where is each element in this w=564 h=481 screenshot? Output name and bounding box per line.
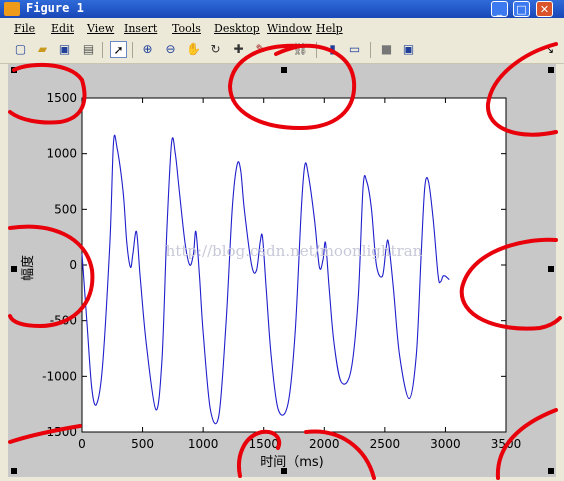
- data-point: [350, 370, 352, 372]
- data-point: [225, 320, 227, 322]
- selection-handle[interactable]: [11, 266, 17, 272]
- data-point: [102, 364, 103, 366]
- data-point: [392, 286, 394, 288]
- data-point: [113, 142, 114, 143]
- data-point: [145, 342, 147, 344]
- data-point: [189, 264, 191, 266]
- data-point: [415, 353, 417, 355]
- data-point: [277, 409, 279, 411]
- data-point: [243, 208, 245, 210]
- data-point: [440, 281, 441, 283]
- data-point: [251, 264, 253, 266]
- x-tick-label: 500: [131, 437, 154, 451]
- data-point: [122, 192, 124, 194]
- data-point: [155, 409, 157, 411]
- x-axis-label: 时间（ms): [260, 455, 324, 470]
- data-point: [262, 236, 263, 238]
- data-point: [366, 181, 368, 182]
- x-tick-label: 2500: [370, 437, 401, 451]
- data-point: [308, 175, 309, 177]
- selection-handle[interactable]: [281, 468, 287, 474]
- data-point: [362, 186, 364, 188]
- data-point: [398, 353, 400, 355]
- data-point: [136, 231, 137, 233]
- data-point: [442, 275, 444, 277]
- x-tick-label: 1000: [188, 437, 219, 451]
- data-point: [86, 320, 88, 322]
- watermark: http://blog.csdn.net/moonlightran: [166, 242, 423, 260]
- data-point: [96, 403, 97, 405]
- selection-handle[interactable]: [548, 266, 554, 272]
- data-point: [294, 331, 296, 333]
- data-point: [171, 142, 173, 143]
- selection-handle[interactable]: [281, 67, 287, 73]
- data-point: [91, 387, 93, 388]
- data-point: [178, 186, 180, 188]
- data-point: [210, 409, 211, 411]
- data-point: [199, 275, 200, 277]
- data-point: [218, 414, 220, 416]
- data-point: [287, 403, 289, 405]
- data-point: [116, 147, 118, 149]
- data-point: [166, 231, 168, 233]
- data-point: [236, 164, 238, 166]
- data-point: [319, 266, 320, 268]
- data-point: [382, 275, 383, 277]
- selection-handle[interactable]: [11, 468, 17, 474]
- data-point: [424, 186, 426, 188]
- figure-window: Figure 1 _ □ ✕ File Edit View Insert Too…: [0, 0, 564, 481]
- y-tick-labels: -1500-1000-500050010001500: [42, 91, 77, 439]
- x-tick-labels: 0 500 1000 1500 2000 2500 3000 3500: [78, 437, 521, 451]
- x-tick-label: 0: [78, 437, 86, 451]
- data-point: [195, 231, 197, 233]
- data-point: [314, 220, 315, 221]
- data-point: [432, 220, 434, 221]
- data-point: [126, 242, 128, 244]
- data-point: [132, 253, 134, 255]
- data-point: [161, 359, 163, 361]
- data-point: [240, 169, 242, 171]
- y-tick-label: 0: [69, 258, 77, 272]
- data-point: [371, 208, 372, 210]
- y-tick-label: 500: [54, 202, 77, 216]
- axes-box[interactable]: [81, 97, 507, 433]
- data-point: [130, 266, 131, 268]
- data-point: [174, 153, 176, 155]
- selection-handle[interactable]: [548, 468, 554, 474]
- y-tick-label: 1500: [46, 91, 77, 105]
- data-point: [340, 381, 342, 383]
- plot-canvas: -1500-1000-500050010001500 0 500 1000 1500 2…: [8, 42, 562, 480]
- data-point: [270, 353, 272, 355]
- data-point: [448, 279, 450, 280]
- x-tick-label: 3000: [430, 437, 461, 451]
- data-point: [328, 286, 330, 288]
- data-point: [357, 298, 359, 299]
- data-point: [109, 242, 111, 244]
- x-tick-label: 1500: [248, 437, 279, 451]
- y-tick-label: -1000: [42, 369, 77, 383]
- data-point: [256, 270, 257, 271]
- data-point: [375, 264, 377, 266]
- annotation-scribble: [495, 408, 558, 480]
- data-point: [81, 253, 83, 255]
- data-point: [265, 286, 267, 288]
- x-tick-label: 2000: [309, 437, 340, 451]
- data-point: [202, 331, 204, 333]
- data-point: [304, 164, 306, 166]
- data-point: [445, 275, 446, 277]
- y-tick-label: 1000: [46, 147, 77, 161]
- data-point: [139, 275, 141, 277]
- data-point: [408, 398, 410, 399]
- data-point: [231, 208, 233, 210]
- data-point: [333, 342, 335, 344]
- y-axis-label: 幅度: [20, 255, 36, 281]
- selection-handle[interactable]: [548, 67, 554, 73]
- data-point: [300, 208, 302, 210]
- data-point: [428, 181, 429, 182]
- data-point: [437, 275, 439, 277]
